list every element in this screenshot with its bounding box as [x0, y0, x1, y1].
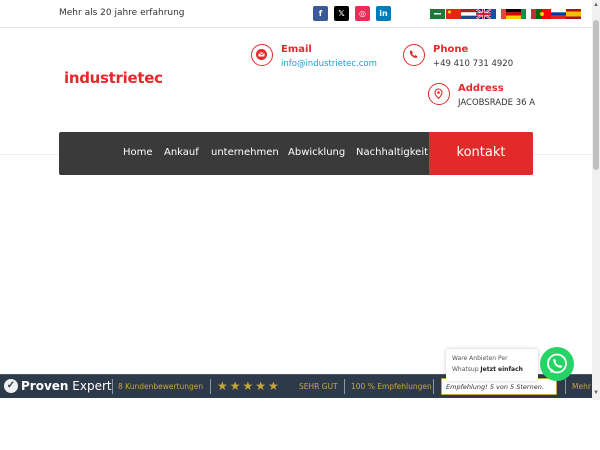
location-pin-icon	[428, 83, 450, 105]
kontakt-button[interactable]: kontakt	[429, 132, 533, 175]
whatsapp-icon[interactable]	[540, 347, 574, 381]
flag-italian-icon[interactable]	[521, 9, 536, 19]
divider	[210, 379, 211, 394]
address-title: Address	[458, 83, 504, 94]
email-icon	[251, 44, 273, 66]
address-value: JACOBSRADE 36 A	[458, 98, 536, 108]
linkedin-icon[interactable]: in	[376, 6, 391, 21]
scroll-down-arrow-icon[interactable]: ▼	[592, 390, 600, 396]
nav-item-nachhaltigkeit[interactable]: Nachhaltigkeit	[356, 147, 428, 158]
checkmark-icon: ✓	[4, 379, 18, 393]
page: Mehr als 20 jahre erfahrung f 𝕏 ◎ in ind…	[0, 0, 600, 450]
flag-chinese-icon[interactable]	[446, 9, 461, 19]
tagline: Mehr als 20 jahre erfahrung	[59, 8, 185, 18]
whatsapp-line-2: Whatsup Jetzt einfach	[452, 366, 523, 373]
divider	[344, 379, 345, 394]
facebook-icon[interactable]: f	[313, 6, 328, 21]
nav-item-ankauf[interactable]: Ankauf	[164, 147, 199, 158]
flag-arabic-icon[interactable]	[430, 9, 445, 19]
phone-icon	[403, 44, 425, 66]
review-count: 8 Kundenbewertungen	[118, 382, 204, 391]
site-logo[interactable]: industrietec	[64, 69, 163, 87]
divider	[112, 379, 113, 394]
phone-title: Phone	[433, 44, 469, 55]
scroll-thumb[interactable]	[593, 20, 599, 170]
phone-number[interactable]: +49 410 731 4920	[433, 59, 513, 69]
flag-german-icon[interactable]	[506, 9, 521, 19]
whatsapp-tooltip[interactable]: Ware Anbieten Per Whatsup Jetzt einfach	[446, 349, 538, 381]
scroll-up-arrow-icon[interactable]: ▲	[592, 2, 600, 8]
flag-russian-icon[interactable]	[551, 9, 566, 19]
kontakt-label: kontakt	[456, 145, 506, 160]
flag-english-icon[interactable]	[476, 9, 491, 19]
flag-dutch-icon[interactable]	[461, 9, 476, 19]
whatsapp-line-1: Ware Anbieten Per	[452, 355, 508, 362]
more-link[interactable]: Mehr	[572, 382, 591, 391]
nav-item-abwicklung[interactable]: Abwicklung	[288, 147, 345, 158]
email-link[interactable]: info@industrietec.com	[281, 59, 377, 69]
divider	[565, 379, 566, 394]
recommendation-rate: 100 % Empfehlungen	[351, 382, 432, 391]
rating-label: SEHR GUT	[299, 382, 338, 391]
flag-portuguese-icon[interactable]	[536, 9, 551, 19]
flag-french-icon[interactable]	[491, 9, 506, 19]
flag-spanish-icon[interactable]	[566, 9, 581, 19]
divider	[433, 379, 434, 394]
instagram-icon[interactable]: ◎	[355, 6, 370, 21]
email-title: Email	[281, 44, 312, 55]
x-twitter-icon[interactable]: 𝕏	[334, 6, 349, 21]
rating-stars-icon: ★★★★★	[217, 379, 281, 393]
nav-item-home[interactable]: Home	[123, 147, 153, 158]
top-bar: Mehr als 20 jahre erfahrung f 𝕏 ◎ in	[0, 0, 592, 28]
page-scrollbar[interactable]: ▲ ▼	[592, 0, 600, 400]
nav-item-unternehmen[interactable]: unternehmen	[211, 147, 279, 158]
provenexpert-brand: Proven Expert	[21, 379, 112, 393]
main-nav: Home Ankauf unternehmen Abwicklung Nachh…	[59, 132, 533, 175]
